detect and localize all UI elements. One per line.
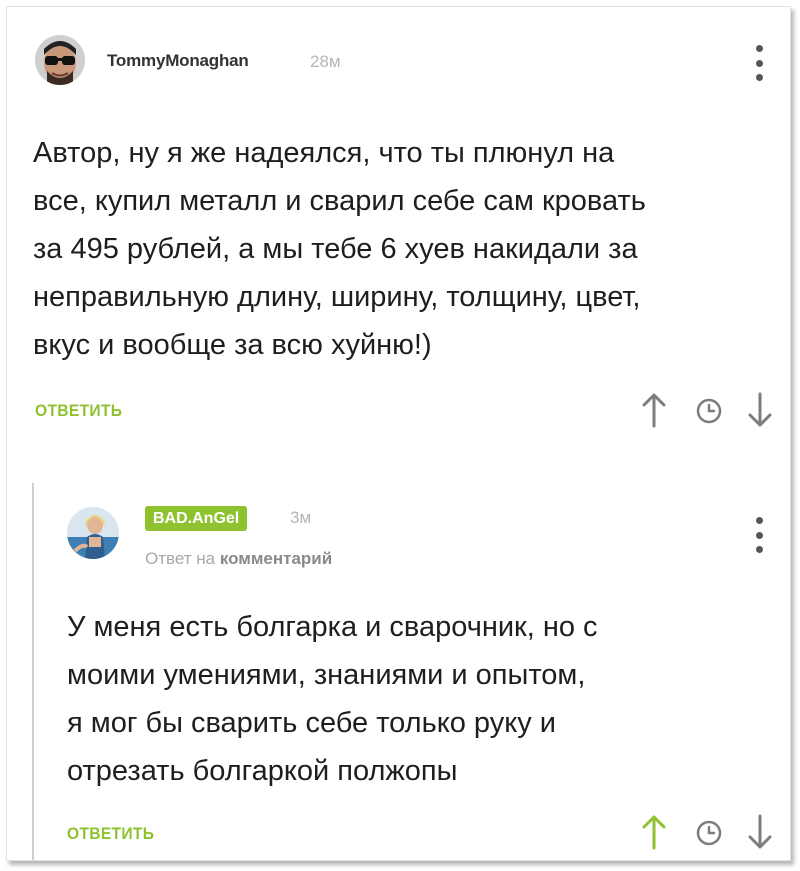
comment-text-line: У меня есть болгарка и сварочник, но с	[67, 611, 598, 643]
comment-text: У меня есть болгарка и сварочник, но с м…	[67, 603, 598, 795]
comment-text: Автор, ну я же надеялся, что ты плюнул н…	[33, 129, 646, 369]
clock-icon[interactable]	[695, 819, 723, 847]
clock-icon[interactable]	[695, 397, 723, 425]
arrow-up-icon[interactable]	[641, 391, 667, 429]
comments-panel: TommyMonaghan 28м Автор, ну я же надеялс…	[6, 6, 791, 861]
comment-text-line: моими умениями, знаниями и опытом,	[67, 659, 586, 691]
user-avatar[interactable]	[35, 35, 85, 85]
thread-line	[32, 483, 34, 860]
reply-button[interactable]: ОТВЕТИТЬ	[35, 401, 122, 421]
username-badge[interactable]: BAD.AnGel	[145, 506, 248, 531]
reply-to-prefix: Ответ на	[145, 549, 216, 568]
comment-text-line: вкус и вообще за всю хуйню!)	[33, 329, 432, 361]
comment-text-line: Автор, ну я же надеялся, что ты плюнул н…	[33, 137, 615, 169]
comment-time: 28м	[310, 52, 341, 71]
user-avatar[interactable]	[67, 507, 119, 559]
comment-text-line: отрезать болгаркой полжопы	[67, 755, 458, 787]
reply-to-info: Ответ на комментарий	[145, 549, 332, 569]
comment-text-line: я мог бы сварить себе только руку и	[67, 707, 556, 739]
comment-text-line: за 495 рублей, а мы тебе 6 хуев накидали…	[33, 233, 638, 265]
arrow-down-icon[interactable]	[747, 813, 773, 851]
comment-time: 3м	[290, 508, 312, 527]
arrow-up-icon[interactable]	[641, 813, 667, 851]
reply-button[interactable]: ОТВЕТИТЬ	[67, 824, 154, 844]
arrow-down-icon[interactable]	[747, 391, 773, 429]
more-options-icon[interactable]	[752, 45, 766, 81]
reply-to-link[interactable]: комментарий	[220, 549, 332, 568]
more-options-icon[interactable]	[752, 517, 766, 553]
comment-text-line: все, купил металл и сварил себе сам кров…	[33, 185, 646, 217]
comment-username[interactable]: TommyMonaghan	[107, 51, 249, 71]
comment-text-line: неправильную длину, ширину, толщину, цве…	[33, 281, 641, 313]
